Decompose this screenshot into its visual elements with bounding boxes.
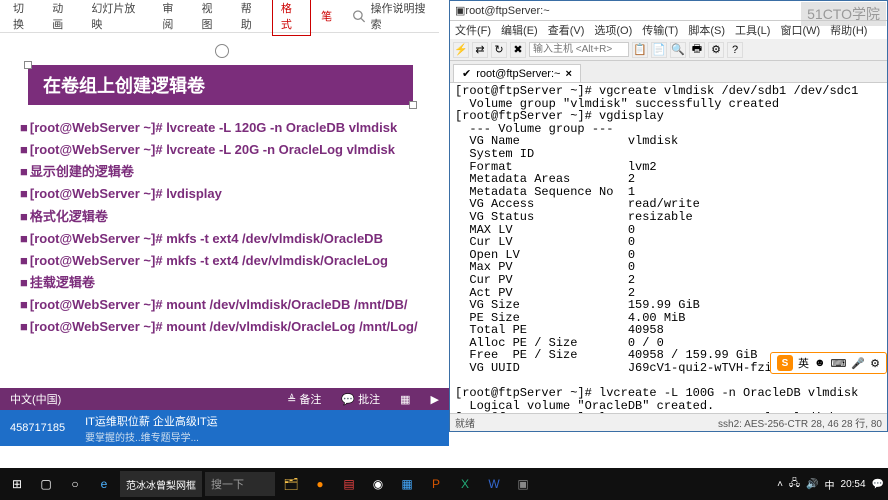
start-button[interactable]: ⊞ — [4, 471, 30, 497]
ime-emoji-icon[interactable]: ☻ — [814, 357, 826, 369]
tray-up-icon[interactable]: ˄ — [777, 479, 783, 490]
help-icon[interactable]: ? — [727, 42, 743, 58]
paste-icon[interactable]: 📄 — [651, 42, 667, 58]
ime-mode[interactable]: 英 — [798, 355, 809, 371]
tab-label: root@ftpServer:~ — [476, 68, 560, 80]
ie-icon[interactable]: e — [91, 471, 117, 497]
vmware-icon[interactable]: ▦ — [394, 471, 420, 497]
terminal-toolbar: ⚡ ⇄ ↻ ✖ 📋 📄 🔍 🖶 ⚙ ? — [450, 39, 887, 61]
copy-icon[interactable]: 📋 — [632, 42, 648, 58]
app-icon[interactable]: ● — [307, 471, 333, 497]
status-right: ssh2: AES-256-CTR 28, 46 28 行, 80 — [718, 415, 882, 430]
terminal-tab[interactable]: ✔ root@ftpServer:~ × — [453, 64, 581, 82]
menu-edit[interactable]: 编辑(E) — [501, 22, 538, 38]
settings-icon[interactable]: ⚙ — [708, 42, 724, 58]
slide-line: [root@WebServer ~]# mkfs -t ext4 /dev/vl… — [20, 251, 435, 271]
find-icon[interactable]: 🔍 — [670, 42, 686, 58]
sogou-logo-icon: S — [777, 355, 793, 371]
cortana-icon[interactable]: ○ — [62, 471, 88, 497]
slide-title[interactable]: 在卷组上创建逻辑卷 — [28, 65, 413, 105]
tab-bullet-icon: ✔ — [462, 67, 471, 80]
network-icon[interactable]: 🖧 — [789, 476, 800, 493]
terminal-title-icon: ▣ — [455, 4, 465, 17]
system-tray: ˄ 🖧 🔊 中 20:54 💬 — [777, 476, 884, 493]
ime-settings-icon[interactable]: ⚙ — [870, 357, 880, 370]
related-courses-strip[interactable]: 458717185 IT运维职位薪 企业高级IT运 要掌握的技..维专题导学..… — [0, 410, 449, 446]
pdf-icon[interactable]: ▤ — [336, 471, 362, 497]
windows-taskbar: ⊞ ▢ ○ e 范冰冰曾梨网框 搜一下 🗂 ● ▤ ◉ ▦ P X W ▣ ˄ … — [0, 468, 888, 500]
menu-tools[interactable]: 工具(L) — [735, 22, 770, 38]
slide-line: [root@WebServer ~]# lvcreate -L 20G -n O… — [20, 140, 435, 160]
slide-line: 显示创建的逻辑卷 — [20, 162, 435, 182]
slide-line: 挂载逻辑卷 — [20, 273, 435, 293]
comments-button[interactable]: 💬 批注 — [341, 391, 380, 407]
menu-transfer[interactable]: 传输(T) — [642, 22, 678, 38]
quick-connect-icon[interactable]: ⇄ — [472, 42, 488, 58]
ime-bubble[interactable]: S 英 ☻ ⌨ 🎤 ⚙ — [770, 352, 887, 374]
course-sub: 要掌握的技..维专题导学... — [85, 429, 218, 444]
chrome-icon[interactable]: ◉ — [365, 471, 391, 497]
ribbon-tab[interactable]: 视图 — [194, 0, 231, 35]
host-input[interactable] — [529, 42, 629, 57]
slide-line: [root@WebServer ~]# mount /dev/vlmdisk/O… — [20, 295, 435, 315]
course-id: 458717185 — [10, 422, 65, 434]
ribbon-tab[interactable]: 审阅 — [154, 0, 191, 35]
secure-crt-icon[interactable]: ▣ — [510, 471, 536, 497]
lang-indicator[interactable]: 中文(中国) — [10, 391, 61, 407]
ribbon-tab[interactable]: 动画 — [44, 0, 81, 35]
notes-button[interactable]: ≜ 备注 — [287, 391, 321, 407]
ribbon-tab-format[interactable]: 格式 — [272, 0, 311, 36]
menu-options[interactable]: 选项(O) — [594, 22, 632, 38]
close-tab-icon[interactable]: × — [565, 68, 571, 80]
taskbar-search[interactable]: 搜一下 — [205, 472, 275, 496]
ppt-ribbon: 切换 动画 幻灯片放映 审阅 视图 帮助 格式 笔 操作说明搜索 — [0, 0, 439, 33]
terminal-title: root@ftpServer:~ — [465, 5, 549, 17]
rotation-handle-icon[interactable] — [215, 44, 229, 58]
connect-icon[interactable]: ⚡ — [453, 42, 469, 58]
explorer-icon[interactable]: 🗂 — [278, 471, 304, 497]
ribbon-tab[interactable]: 帮助 — [233, 0, 270, 35]
reconnect-icon[interactable]: ↻ — [491, 42, 507, 58]
slide-line: [root@WebServer ~]# mount /dev/vlmdisk/O… — [20, 317, 435, 337]
menu-view[interactable]: 查看(V) — [548, 22, 585, 38]
slide-line: [root@WebServer ~]# mkfs -t ext4 /dev/vl… — [20, 229, 435, 249]
disconnect-icon[interactable]: ✖ — [510, 42, 526, 58]
watermark: 51CTO学院 — [801, 2, 886, 26]
ribbon-tab[interactable]: 幻灯片放映 — [83, 0, 152, 35]
menu-script[interactable]: 脚本(S) — [688, 22, 725, 38]
print-icon[interactable]: 🖶 — [689, 42, 705, 58]
ime-keyboard-icon[interactable]: ⌨ — [831, 357, 847, 370]
volume-icon[interactable]: 🔊 — [806, 479, 818, 490]
view-slideshow-icon[interactable]: ▶ — [431, 393, 439, 406]
ribbon-tab-pen[interactable]: 笔 — [313, 5, 340, 27]
slide-line: 格式化逻辑卷 — [20, 207, 435, 227]
search-icon — [352, 9, 365, 23]
excel-icon[interactable]: X — [452, 471, 478, 497]
slide-body[interactable]: [root@WebServer ~]# lvcreate -L 120G -n … — [20, 118, 435, 339]
status-left: 就绪 — [455, 415, 475, 430]
notifications-icon[interactable]: 💬 — [872, 479, 884, 490]
ime-tray-icon[interactable]: 中 — [825, 477, 835, 492]
ribbon-tab[interactable]: 切换 — [5, 0, 42, 35]
slide-line: [root@WebServer ~]# lvcreate -L 120G -n … — [20, 118, 435, 138]
tell-me-label: 操作说明搜索 — [371, 0, 434, 32]
view-normal-icon[interactable]: ▦ — [400, 393, 410, 406]
menu-file[interactable]: 文件(F) — [455, 22, 491, 38]
course-title: IT运维职位薪 企业高级IT运 — [85, 413, 218, 429]
slide-line: [root@WebServer ~]# lvdisplay — [20, 184, 435, 204]
powerpoint-icon[interactable]: P — [423, 471, 449, 497]
terminal-tabstrip: ✔ root@ftpServer:~ × — [450, 61, 887, 83]
app-label[interactable]: 范冰冰曾梨网框 — [120, 471, 202, 497]
taskview-icon[interactable]: ▢ — [33, 471, 59, 497]
ppt-statusbar: 中文(中国) ≜ 备注 💬 批注 ▦ ▶ — [0, 388, 449, 410]
word-icon[interactable]: W — [481, 471, 507, 497]
taskbar-clock[interactable]: 20:54 — [841, 479, 866, 490]
tell-me-area[interactable]: 操作说明搜索 — [352, 0, 434, 32]
ime-mic-icon[interactable]: 🎤 — [851, 357, 865, 370]
terminal-statusbar: 就绪 ssh2: AES-256-CTR 28, 46 28 行, 80 — [450, 413, 887, 431]
